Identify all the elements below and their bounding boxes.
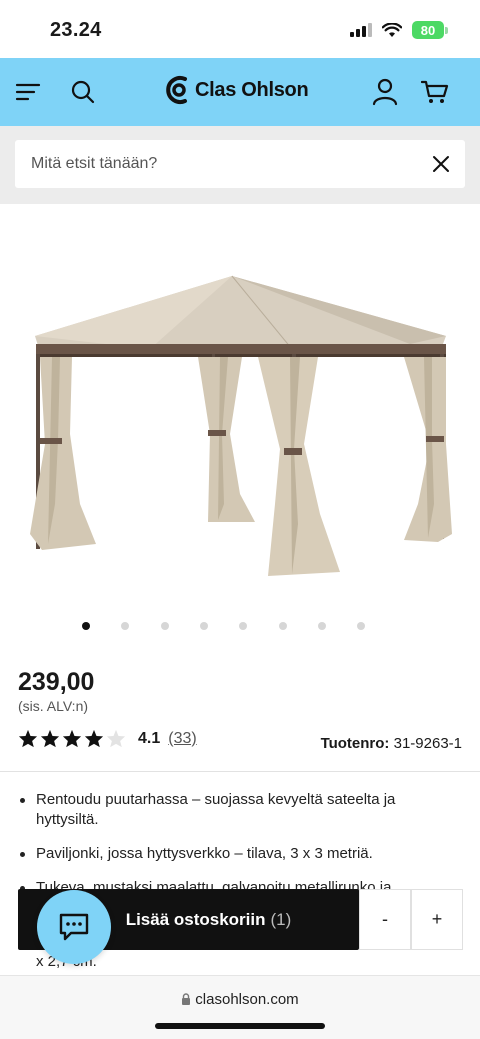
divider bbox=[0, 771, 480, 772]
rating-value: 4.1 bbox=[138, 729, 161, 747]
product-number-label: Tuotenro: bbox=[320, 735, 390, 752]
carousel-dot[interactable] bbox=[121, 622, 129, 630]
product-number: Tuotenro: 31-9263-1 bbox=[321, 735, 462, 752]
carousel-dot[interactable] bbox=[239, 622, 247, 630]
star-icon bbox=[84, 729, 104, 748]
search-box bbox=[15, 140, 465, 188]
star-icon bbox=[18, 729, 38, 748]
increase-quantity-button[interactable]: + bbox=[411, 889, 463, 950]
product-rating: 4.1 (33) bbox=[18, 729, 197, 748]
home-indicator[interactable] bbox=[155, 1023, 325, 1029]
close-icon[interactable] bbox=[431, 154, 451, 174]
cellular-signal-icon bbox=[350, 23, 372, 37]
chat-button[interactable] bbox=[37, 890, 111, 964]
carousel-dot[interactable] bbox=[82, 622, 90, 630]
star-empty-icon bbox=[106, 729, 126, 748]
list-item: Paviljonki, jossa hyttysverkko – tilava,… bbox=[18, 844, 418, 864]
rating-stars bbox=[18, 729, 126, 748]
carousel-dot[interactable] bbox=[161, 622, 169, 630]
menu-icon[interactable] bbox=[12, 76, 44, 108]
site-header: Clas Ohlson bbox=[0, 58, 480, 126]
browser-url-bar[interactable]: clasohlson.com bbox=[0, 975, 480, 1039]
chat-icon bbox=[59, 913, 89, 941]
lock-icon bbox=[182, 993, 191, 1005]
cart-icon[interactable] bbox=[419, 76, 451, 108]
product-image[interactable] bbox=[0, 204, 480, 604]
carousel-dot[interactable] bbox=[279, 622, 287, 630]
cart-count: (1) bbox=[270, 909, 292, 929]
product-price: 239,00 bbox=[18, 668, 95, 696]
carousel-dots bbox=[0, 620, 480, 632]
vat-note: (sis. ALV:n) bbox=[18, 698, 89, 714]
product-number-value: 31-9263-1 bbox=[393, 735, 462, 752]
review-count-link[interactable]: (33) bbox=[168, 730, 196, 748]
list-item: Rentoudu puutarhassa – suojassa kevyeltä… bbox=[18, 790, 418, 830]
status-icons: 80 bbox=[350, 21, 448, 39]
carousel-dot[interactable] bbox=[357, 622, 365, 630]
decrease-quantity-button[interactable]: - bbox=[359, 889, 411, 950]
battery-icon: 80 bbox=[412, 21, 448, 39]
status-time: 23.24 bbox=[50, 19, 102, 41]
account-icon[interactable] bbox=[369, 76, 401, 108]
search-icon[interactable] bbox=[67, 76, 99, 108]
status-bar: 23.24 80 bbox=[0, 0, 480, 58]
carousel-dot[interactable] bbox=[318, 622, 326, 630]
url-text: clasohlson.com bbox=[195, 991, 299, 1008]
battery-level: 80 bbox=[412, 21, 444, 39]
brand-logo[interactable]: Clas Ohlson bbox=[165, 75, 309, 105]
wifi-icon bbox=[382, 22, 402, 37]
brand-name: Clas Ohlson bbox=[195, 78, 309, 101]
search-bar bbox=[0, 126, 480, 204]
carousel-dot[interactable] bbox=[200, 622, 208, 630]
url-display[interactable]: clasohlson.com bbox=[0, 991, 480, 1008]
clas-ohlson-logo-icon bbox=[166, 76, 187, 104]
star-icon bbox=[62, 729, 82, 748]
add-to-cart-label: Lisää ostoskoriin bbox=[125, 909, 266, 929]
star-icon bbox=[40, 729, 60, 748]
search-input[interactable] bbox=[15, 140, 415, 188]
